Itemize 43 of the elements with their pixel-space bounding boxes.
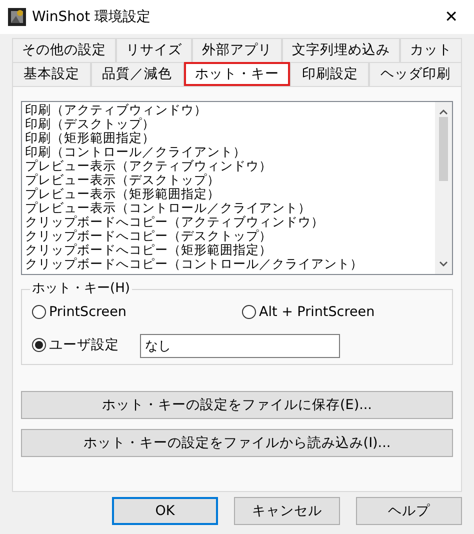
tab[interactable]: リサイズ	[116, 38, 192, 62]
radio-label[interactable]: Alt + PrintScreen	[259, 302, 375, 322]
radio-label[interactable]: ユーザ設定	[49, 335, 119, 356]
tab[interactable]: ヘッダ印刷	[369, 62, 462, 86]
radio-button[interactable]	[32, 338, 46, 352]
list-item[interactable]: プレビュー表示（矩形範囲指定）	[25, 187, 432, 201]
tab[interactable]: 外部アプリ	[192, 38, 282, 62]
dialog-button[interactable]: ヘルプ	[356, 497, 462, 525]
list-item[interactable]: 印刷（矩形範囲指定）	[25, 131, 432, 145]
tab[interactable]: 基本設定	[12, 62, 91, 86]
list-item[interactable]: クリップボードへコピー（デスクトップ）	[25, 229, 432, 243]
window-title: WinShot 環境設定	[32, 8, 151, 26]
list-item[interactable]: 印刷（アクティブウィンドウ）	[25, 103, 432, 117]
list-item[interactable]: クリップボードへコピー（コントロール／クライアント）	[25, 257, 432, 271]
tab[interactable]: 文字列埋め込み	[282, 38, 400, 62]
list-item[interactable]: 印刷（コントロール／クライアント）	[25, 145, 432, 159]
radio-button[interactable]	[32, 305, 46, 320]
tab[interactable]: 品質／減色	[90, 62, 184, 86]
group-title: ホット・キー(H)	[30, 281, 132, 297]
scroll-thumb[interactable]	[439, 117, 448, 181]
tab[interactable]: その他の設定	[12, 38, 116, 62]
list-item[interactable]: 印刷（デスクトップ）	[25, 117, 432, 131]
list-item[interactable]: クリップボードへコピー（矩形範囲指定）	[25, 243, 432, 257]
hotkey-input-field[interactable]: なし	[140, 334, 340, 358]
scroll-up-icon[interactable]	[439, 109, 448, 115]
close-button[interactable]: ✕	[436, 5, 466, 29]
hotkey-action-list[interactable]	[21, 101, 453, 275]
list-item[interactable]: プレビュー表示（アクティブウィンドウ）	[25, 159, 432, 173]
radio-label[interactable]: PrintScreen	[49, 302, 126, 322]
tab[interactable]: カット	[400, 38, 462, 62]
scrollbar[interactable]	[435, 102, 452, 274]
radio-button[interactable]	[242, 305, 256, 320]
list-item[interactable]: クリップボードへコピー（アクティブウィンドウ）	[25, 215, 432, 229]
dialog-button[interactable]: OK	[112, 497, 218, 525]
file-button[interactable]: ホット・キーの設定をファイルから読み込み(I)...	[21, 429, 453, 457]
app-icon	[8, 8, 26, 26]
dialog-button[interactable]: キャンセル	[234, 497, 340, 525]
file-button[interactable]: ホット・キーの設定をファイルに保存(E)...	[21, 391, 453, 419]
list-item[interactable]: プレビュー表示（デスクトップ）	[25, 173, 432, 187]
scroll-down-icon[interactable]	[439, 261, 448, 267]
list-item[interactable]: プレビュー表示（コントロール／クライアント）	[25, 201, 432, 215]
tab[interactable]: 印刷設定	[290, 62, 370, 86]
tab[interactable]: ホット・キー	[184, 62, 290, 86]
